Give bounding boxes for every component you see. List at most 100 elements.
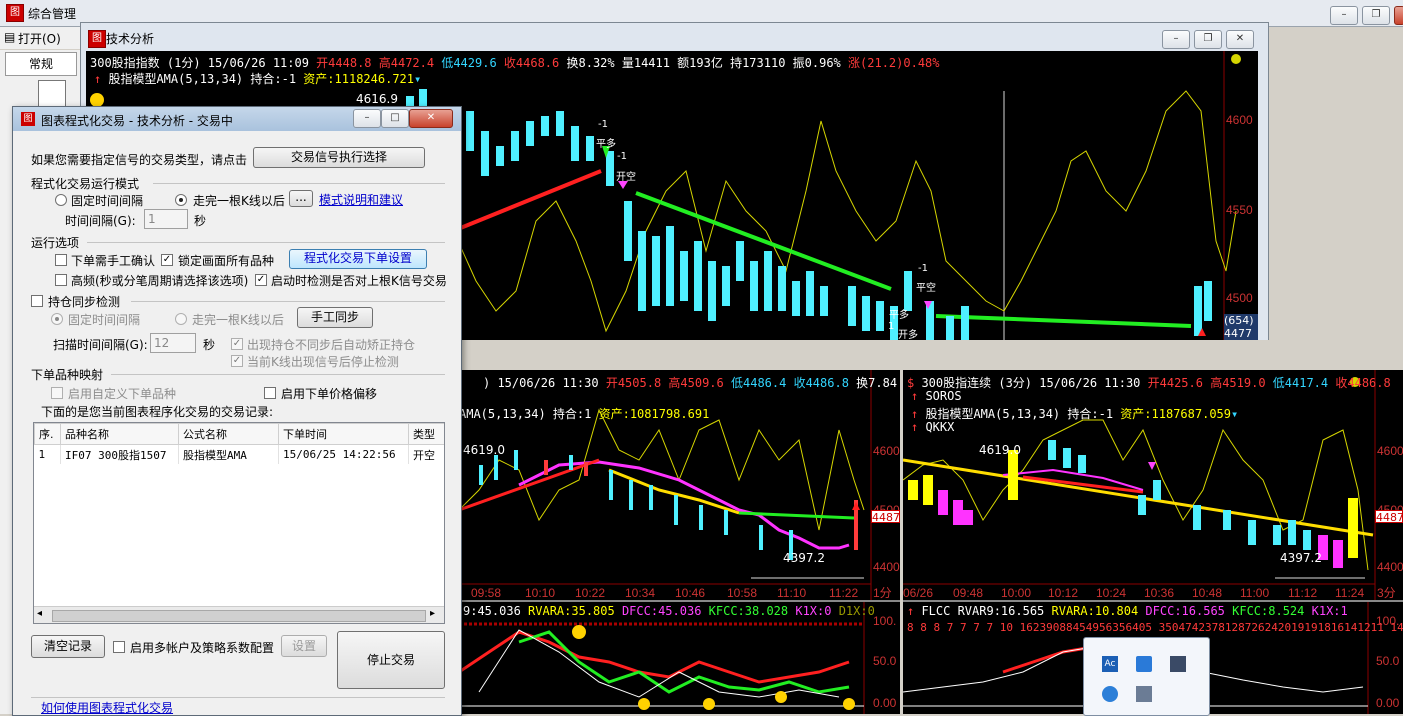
mr-seg-2: 高4519.0 [1202, 376, 1266, 390]
mid-left-chart-panel[interactable]: ) 15/06/26 11:30 开4505.8 高4509.6 低4486.4… [459, 370, 900, 600]
mr-x-4: 10:24 [1096, 586, 1127, 600]
records-grid: 序. 品种名称 公式名称 下单时间 类型 1 IF07 300股指1507 股指… [34, 423, 444, 464]
custom-symbol-label: 启用自定义下单品种 [68, 387, 177, 401]
mr-x-1: 09:48 [953, 586, 984, 600]
records-table[interactable]: 序. 品种名称 公式名称 下单时间 类型 1 IF07 300股指1507 股指… [33, 422, 445, 624]
clear-records-button[interactable]: 清空记录 [31, 635, 105, 658]
mode-fixed-radio[interactable] [55, 194, 67, 206]
bl-header: 9:45.036 RVARA:35.805 DFCC:45.036 KFCC:3… [463, 604, 875, 618]
mr-sub1-icon: ↑ [911, 389, 926, 403]
ml-seg-3: 低4486.4 [723, 376, 787, 390]
mr-x-2: 10:00 [1001, 586, 1032, 600]
top-y-label-2: 4550 [1226, 203, 1253, 217]
bl-y-2: 50.0 [873, 654, 897, 668]
top-candles [406, 89, 1212, 340]
sync-kline-radio[interactable] [175, 313, 187, 325]
signal-type-button[interactable]: 交易信号执行选择 [253, 147, 425, 168]
tray-app-icon-1[interactable]: Ac [1102, 656, 1118, 672]
mode-more-button[interactable]: ... [289, 190, 313, 207]
ml-x-4: 10:46 [675, 586, 706, 600]
mode-kline-radio[interactable] [175, 194, 187, 206]
top-model-name: 股指模型AMA(5,13,34) 持合:-1 [108, 72, 297, 86]
price-offset-checkbox[interactable] [264, 387, 276, 399]
scroll-left-icon[interactable]: ◂ [37, 608, 42, 619]
table-row[interactable]: 1 IF07 300股指1507 股指模型AMA 15/06/25 14:22:… [34, 444, 444, 464]
col-time[interactable]: 下单时间 [278, 423, 409, 445]
start-check-checkbox[interactable]: ✓ [255, 274, 267, 286]
stop-trading-button[interactable]: 停止交易 [337, 631, 445, 689]
cell-type: 开空 [408, 444, 444, 464]
bl-seg-3: KFCC:38.028 [701, 604, 789, 618]
dialog-title-bar: 图 图表程式化交易 - 技术分析 - 交易中 – □ ✕ [13, 107, 461, 131]
options-group-label: 运行选项 [31, 236, 80, 250]
bottom-left-indicator-panel[interactable]: 9:45.036 RVARA:35.805 DFCC:45.036 KFCC:3… [459, 600, 900, 714]
bl-seg-5: D1X:0 [831, 604, 875, 618]
scrollbar-thumb[interactable] [52, 610, 426, 622]
manual-confirm-checkbox[interactable] [55, 254, 67, 266]
records-horizontal-scrollbar[interactable]: ◂ ▸ [34, 606, 444, 623]
dialog-close-button[interactable]: ✕ [409, 109, 453, 128]
col-symbol[interactable]: 品种名称 [60, 423, 179, 445]
top-last-box-2: 4477 [1224, 327, 1258, 340]
ml-price-low: 4397.2 [783, 551, 825, 565]
tab-general[interactable]: 常规 [5, 52, 77, 76]
manual-sync-button[interactable]: 手工同步 [297, 307, 373, 328]
mid-right-chart-panel[interactable]: $ 300股指连续 (3分) 15/06/26 11:30 开4425.6 高4… [903, 370, 1403, 600]
mr-sub1: SOROS [925, 389, 962, 403]
br-y-1: 100. [1376, 614, 1400, 628]
tray-device-icon[interactable] [1136, 686, 1152, 702]
mode-group-divider [153, 183, 445, 184]
mr-x-0: 06/26 [903, 586, 934, 600]
tray-app-icon-3[interactable] [1102, 686, 1118, 702]
col-index[interactable]: 序. [34, 423, 61, 445]
bl-seg-4: K1X:0 [788, 604, 832, 618]
app-minimize-button[interactable]: – [1330, 6, 1358, 25]
mr-sub2-icon: ↑ [911, 407, 926, 421]
tray-network-icon[interactable] [1170, 656, 1186, 672]
scroll-right-icon[interactable]: ▸ [430, 608, 435, 619]
lock-screen-checkbox[interactable]: ✓ [161, 254, 173, 266]
tech-analysis-icon: 图 [88, 30, 106, 48]
tray-app-icon-2[interactable] [1136, 656, 1152, 672]
ml-x-2: 10:22 [575, 586, 606, 600]
dialog-minimize-button[interactable]: – [353, 109, 381, 128]
mode-help-link[interactable]: 模式说明和建议 [319, 191, 403, 208]
ta-restore-button[interactable]: ❐ [1194, 30, 1222, 49]
top-info-seg-1: 开4448.8 [316, 56, 372, 70]
menu-open[interactable]: 打开(O) [18, 30, 61, 47]
ml-y-label-3: 4400 [873, 560, 900, 574]
ml-y-unit: 1分 [873, 586, 892, 600]
scan-interval-input[interactable]: 12 [150, 333, 196, 353]
br-y-3: 0.00 [1376, 696, 1400, 710]
mr-seg-4: 收4486.8 [1328, 376, 1391, 390]
help-link[interactable]: 如何使用图表程式化交易 [41, 699, 173, 716]
mr-x-6: 10:48 [1192, 586, 1223, 600]
auto-fix-checkbox[interactable]: ✓ [231, 338, 243, 350]
top-info-seg-4: 收4468.6 [496, 56, 560, 70]
tech-analysis-title: 技术分析 [106, 32, 155, 46]
mr-x-5: 10:36 [1144, 586, 1175, 600]
col-type[interactable]: 类型 [408, 423, 444, 445]
ta-close-button[interactable]: ✕ [1226, 30, 1254, 49]
dialog-maximize-button[interactable]: □ [381, 109, 409, 128]
footer-divider [31, 697, 445, 698]
custom-symbol-checkbox[interactable] [51, 387, 63, 399]
mr-y-unit: 3分 [1377, 586, 1396, 600]
top-price-high: 4616.9 [356, 92, 398, 106]
chart-separator [459, 340, 1403, 370]
high-freq-checkbox[interactable] [55, 274, 67, 286]
interval-input[interactable]: 1 [144, 209, 188, 229]
col-formula[interactable]: 公式名称 [178, 423, 279, 445]
settings-button[interactable]: 设置 [281, 635, 327, 657]
sync-fixed-radio[interactable] [51, 313, 63, 325]
br-seg-1: RVAR9:16.565 [950, 604, 1045, 618]
order-settings-button[interactable]: 程式化交易下单设置 [289, 249, 427, 269]
sync-check-checkbox[interactable] [31, 295, 43, 307]
interval-unit: 秒 [194, 214, 207, 228]
multi-account-checkbox[interactable] [113, 641, 125, 653]
mode-kline-label: 走完一根K线以后 [193, 194, 285, 208]
app-restore-button[interactable]: ❐ [1362, 6, 1390, 25]
ta-minimize-button[interactable]: – [1162, 30, 1190, 49]
stop-check-checkbox[interactable]: ✓ [231, 355, 243, 367]
app-close-button[interactable] [1394, 6, 1403, 25]
